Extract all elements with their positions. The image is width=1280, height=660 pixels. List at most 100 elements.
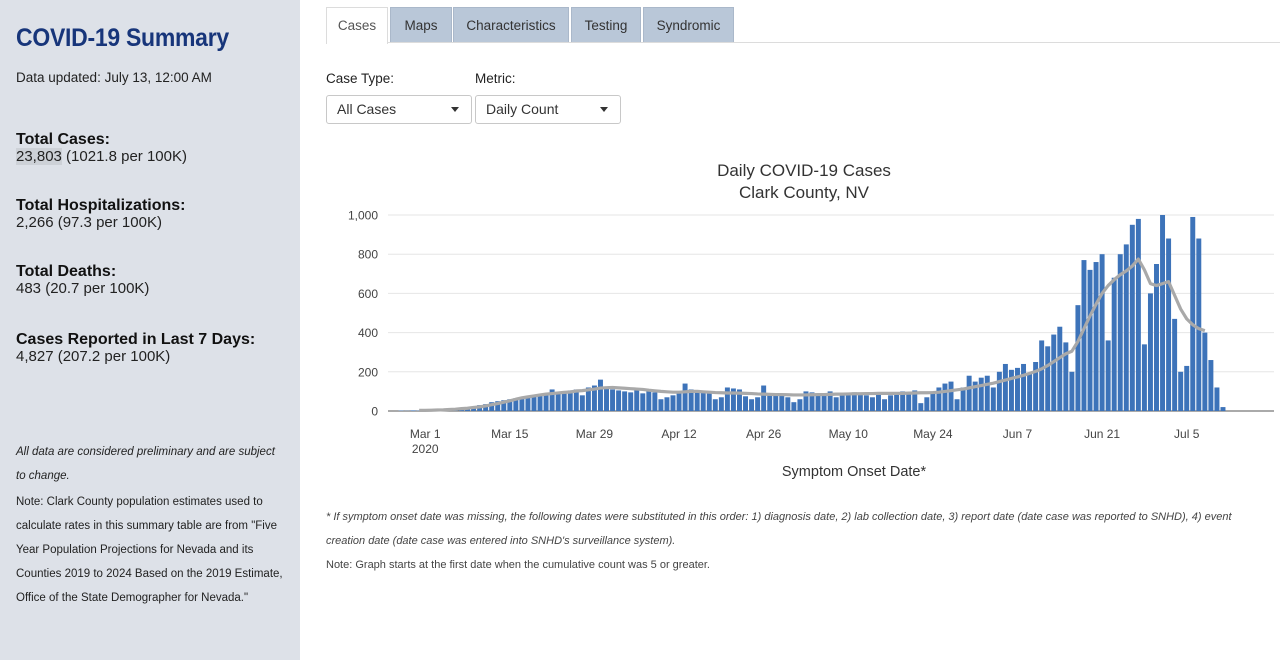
bar xyxy=(1141,344,1147,411)
x-axis-ticks: Mar 12020 Mar 15 Mar 29 Apr 12 Apr 26 May 10 M… xyxy=(410,427,1200,456)
start-footnote: Note: Graph starts at the first date whe… xyxy=(326,559,710,571)
y-tick-label: 800 xyxy=(358,248,378,262)
tab-characteristics[interactable]: Characteristics xyxy=(453,7,569,43)
stat-label: Total Cases: xyxy=(16,131,110,148)
bar xyxy=(1087,269,1093,411)
stat-label: Cases Reported in Last 7 Days: xyxy=(16,331,256,348)
bar xyxy=(978,377,984,411)
sidebar-notes: All data are considered preliminary and … xyxy=(16,440,284,610)
bar xyxy=(815,395,821,411)
tab-maps[interactable]: Maps xyxy=(390,7,452,43)
x-tick-label: May 10 xyxy=(829,427,869,441)
bar xyxy=(1147,293,1153,411)
bar xyxy=(863,395,869,411)
data-updated-text: Data updated: July 13, 12:00 AM xyxy=(16,70,212,85)
y-tick-label: 400 xyxy=(358,326,378,340)
x-tick-label: Jun 21 xyxy=(1084,427,1120,441)
stat-total-hospitalizations: Total Hospitalizations: 2,266 (97.3 per … xyxy=(16,198,286,232)
stat-number: 23,803 xyxy=(16,148,62,165)
bar xyxy=(1129,224,1135,411)
tab-testing[interactable]: Testing xyxy=(571,7,641,43)
y-axis-ticks: 0 200 400 600 800 1,000 xyxy=(348,209,378,419)
stat-cases-last-7-days: Cases Reported in Last 7 Days: 4,827 (20… xyxy=(16,331,286,366)
bar xyxy=(1166,238,1172,411)
bar xyxy=(791,402,797,411)
bar xyxy=(676,393,682,411)
stat-total-deaths: Total Deaths: 483 (20.7 per 100K) xyxy=(16,263,286,298)
x-tick-label: Jun 7 xyxy=(1003,427,1033,441)
chart-footnotes: * If symptom onset date was missing, the… xyxy=(326,505,1266,577)
bar xyxy=(1196,238,1202,411)
stat-rate: (1021.8 per 100K) xyxy=(61,148,187,165)
tab-syndromic[interactable]: Syndromic xyxy=(643,7,734,43)
stat-number: 483 xyxy=(16,280,42,297)
stat-value: 4,827 (207.2 per 100K) xyxy=(16,348,286,365)
stat-total-cases: Total Cases: 23,803 (1021.8 per 100K) xyxy=(16,132,286,165)
bar xyxy=(1172,318,1178,411)
bar xyxy=(1214,387,1220,411)
y-tick-label: 0 xyxy=(371,405,378,419)
bar xyxy=(785,397,791,411)
bar xyxy=(1202,332,1208,411)
bar xyxy=(1105,340,1111,411)
population-note: Note: Clark County population estimates … xyxy=(16,496,283,604)
bar xyxy=(1039,340,1045,411)
bar xyxy=(869,397,875,411)
bar xyxy=(779,395,785,411)
bar xyxy=(990,387,996,411)
bar xyxy=(966,375,972,411)
preliminary-note: All data are considered preliminary and … xyxy=(16,446,275,482)
bar xyxy=(616,390,622,411)
x-axis-title: Symptom Onset Date* xyxy=(782,464,927,480)
bar xyxy=(1178,371,1184,411)
bar xyxy=(1015,367,1020,411)
case-type-value: All Cases xyxy=(337,101,397,117)
bar xyxy=(948,381,954,411)
bar xyxy=(1220,407,1226,411)
case-type-label: Case Type: xyxy=(326,71,395,86)
summary-sidebar: COVID-19 Summary Data updated: July 13, … xyxy=(0,0,300,660)
stat-label: Total Deaths: xyxy=(16,263,117,280)
bar xyxy=(761,385,767,411)
bar xyxy=(634,389,640,411)
chart-title-line-1: Daily COVID-19 Cases xyxy=(717,161,891,180)
stat-value: 23,803 (1021.8 per 100K) xyxy=(16,148,286,165)
tab-cases[interactable]: Cases xyxy=(326,7,388,44)
stat-number: 4,827 xyxy=(16,348,54,365)
stat-rate: (207.2 per 100K) xyxy=(53,348,171,365)
bar xyxy=(882,399,888,411)
y-tick-label: 1,000 xyxy=(348,209,378,223)
bar xyxy=(960,387,966,411)
bar xyxy=(561,391,567,411)
bar xyxy=(1021,363,1027,411)
bar xyxy=(706,393,712,411)
summary-title: COVID-19 Summary xyxy=(16,24,229,52)
y-grid xyxy=(388,214,1274,412)
metric-select[interactable]: Daily Count xyxy=(475,95,621,124)
bar xyxy=(743,396,748,411)
bar xyxy=(1093,262,1099,411)
stat-rate: (20.7 per 100K) xyxy=(41,280,150,297)
bar xyxy=(1051,334,1057,411)
stat-number: 2,266 xyxy=(16,214,54,231)
stat-value: 2,266 (97.3 per 100K) xyxy=(16,214,286,231)
chart-title-line-2: Clark County, NV xyxy=(739,183,870,202)
bar xyxy=(682,383,688,411)
bar xyxy=(918,403,924,411)
bar-series xyxy=(398,215,1226,411)
bar xyxy=(767,393,773,411)
bar xyxy=(984,375,990,411)
bar xyxy=(712,399,718,411)
x-tick-label: Mar 29 xyxy=(576,427,614,441)
caret-down-icon xyxy=(600,107,608,112)
x-tick-label: Apr 12 xyxy=(661,427,697,441)
bar xyxy=(924,397,930,411)
bar xyxy=(640,393,646,411)
bar xyxy=(597,379,603,411)
bar xyxy=(1184,365,1190,411)
bar xyxy=(604,387,609,411)
y-tick-label: 200 xyxy=(358,365,378,379)
bar xyxy=(652,392,658,411)
case-type-select[interactable]: All Cases xyxy=(326,95,472,124)
x-tick-label: May 24 xyxy=(913,427,953,441)
